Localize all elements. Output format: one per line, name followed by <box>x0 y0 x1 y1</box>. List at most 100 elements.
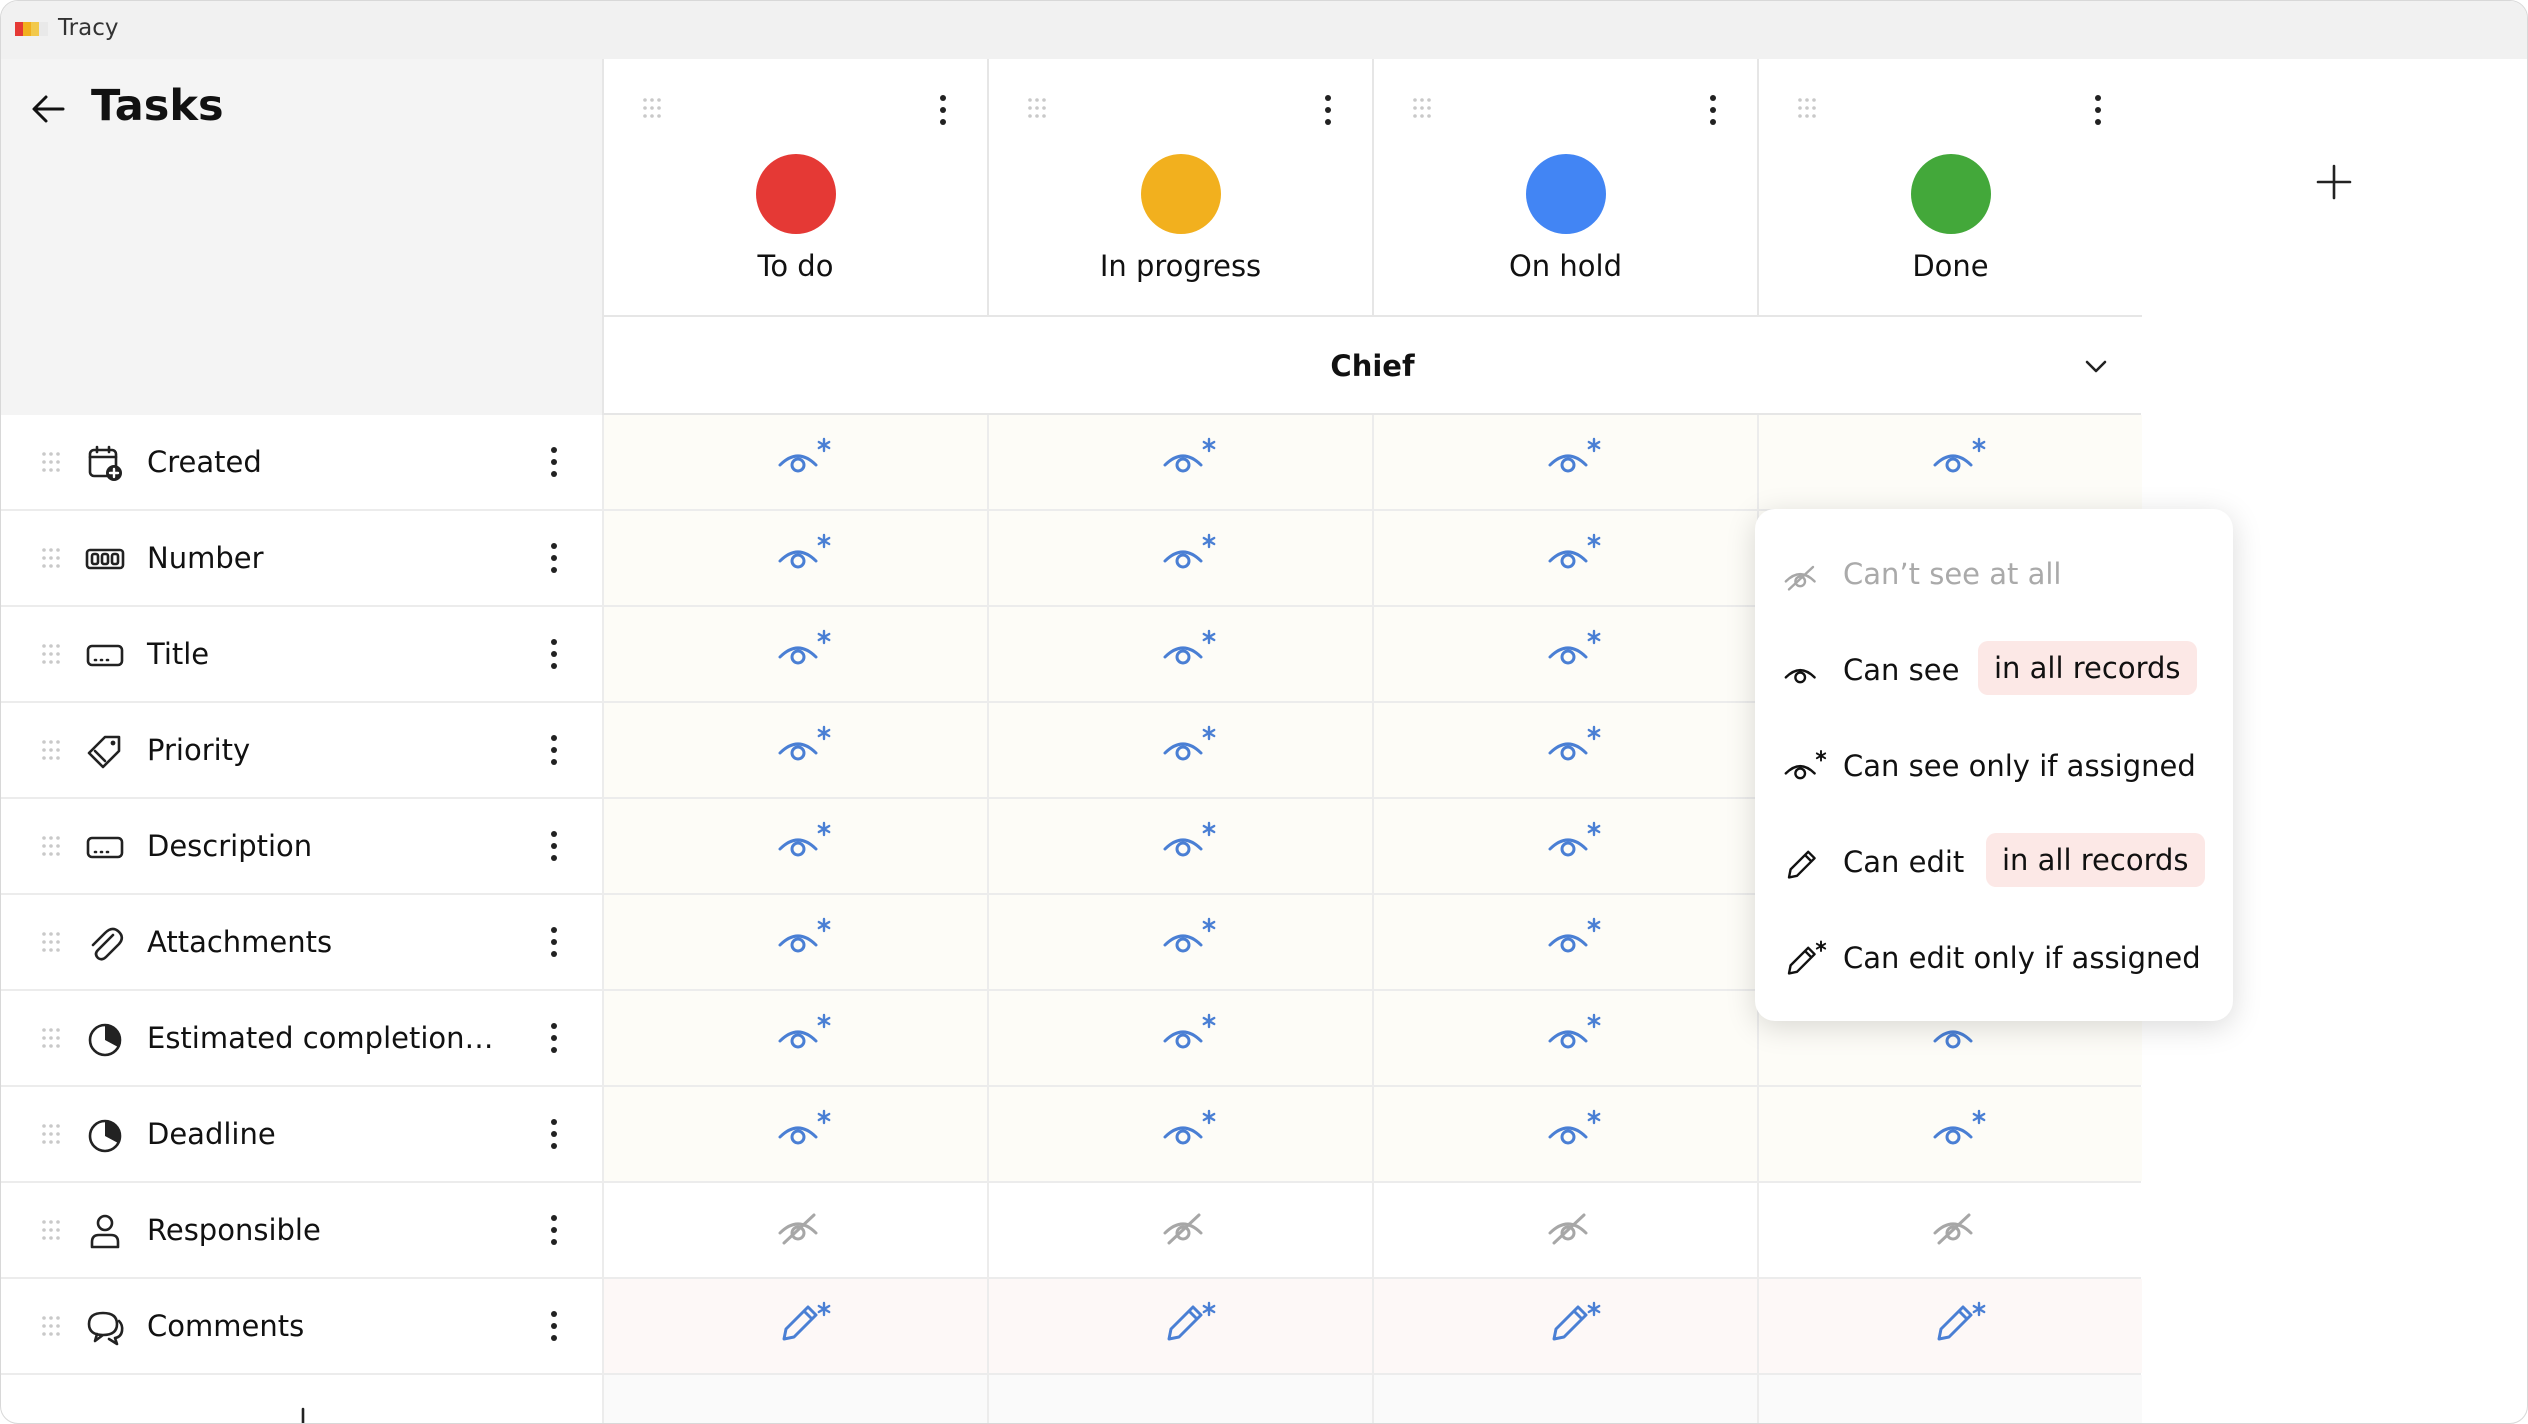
permission-cell[interactable] <box>987 1087 1372 1181</box>
more-vertical-icon[interactable] <box>1320 93 1336 127</box>
permission-cell[interactable] <box>1372 991 1757 1085</box>
drag-handle-icon[interactable] <box>1797 97 1817 119</box>
drag-handle-icon[interactable] <box>41 643 61 665</box>
eye-off-icon[interactable] <box>1544 1197 1604 1253</box>
permission-cell[interactable] <box>987 1183 1372 1277</box>
permission-cell[interactable] <box>1372 895 1757 989</box>
eye-assigned-icon[interactable] <box>1929 1101 1989 1157</box>
eye-assigned-icon[interactable] <box>774 525 834 581</box>
drag-handle-icon[interactable] <box>41 1123 61 1145</box>
more-vertical-icon[interactable] <box>546 925 562 959</box>
permission-cell[interactable] <box>1757 415 2142 509</box>
more-vertical-icon[interactable] <box>2090 93 2106 127</box>
eye-assigned-icon[interactable] <box>1159 1005 1219 1061</box>
permission-cell[interactable] <box>602 895 987 989</box>
eye-off-icon[interactable] <box>1929 1197 1989 1253</box>
permission-cell[interactable] <box>602 607 987 701</box>
more-vertical-icon[interactable] <box>935 93 951 127</box>
pencil-assigned-icon[interactable] <box>1929 1293 1989 1349</box>
eye-assigned-icon[interactable] <box>1159 1101 1219 1157</box>
more-vertical-icon[interactable] <box>546 733 562 767</box>
more-vertical-icon[interactable] <box>546 1117 562 1151</box>
role-selector[interactable]: Chief <box>602 317 2141 415</box>
permission-cell[interactable] <box>602 703 987 797</box>
eye-assigned-icon[interactable] <box>774 717 834 773</box>
permission-cell[interactable] <box>602 799 987 893</box>
more-vertical-icon[interactable] <box>546 637 562 671</box>
more-vertical-icon[interactable] <box>546 1213 562 1247</box>
permission-cell[interactable] <box>987 511 1372 605</box>
add-field-button[interactable] <box>285 1407 321 1424</box>
pencil-assigned-icon[interactable] <box>1544 1293 1604 1349</box>
add-status-button[interactable] <box>2316 164 2352 200</box>
permission-cell[interactable] <box>1372 799 1757 893</box>
permission-option[interactable]: Can see only if assigned <box>1755 719 2233 815</box>
eye-assigned-icon[interactable] <box>1544 1005 1604 1061</box>
eye-assigned-icon[interactable] <box>1159 621 1219 677</box>
scope-pill[interactable]: in all records <box>1978 641 2197 695</box>
eye-assigned-icon[interactable] <box>1159 813 1219 869</box>
permission-cell[interactable] <box>1372 511 1757 605</box>
pencil-assigned-icon[interactable] <box>1159 1293 1219 1349</box>
eye-assigned-icon[interactable] <box>774 621 834 677</box>
eye-assigned-icon[interactable] <box>774 429 834 485</box>
drag-handle-icon[interactable] <box>1027 97 1047 119</box>
drag-handle-icon[interactable] <box>41 451 61 473</box>
drag-handle-icon[interactable] <box>41 1219 61 1241</box>
status-column-header[interactable]: To do <box>602 59 987 317</box>
status-column-header[interactable]: Done <box>1757 59 2142 317</box>
permission-cell[interactable] <box>602 1087 987 1181</box>
drag-handle-icon[interactable] <box>41 835 61 857</box>
eye-assigned-icon[interactable] <box>774 813 834 869</box>
eye-off-icon[interactable] <box>774 1197 834 1253</box>
eye-assigned-icon[interactable] <box>1929 429 1989 485</box>
permission-cell[interactable] <box>987 991 1372 1085</box>
permission-cell[interactable] <box>987 895 1372 989</box>
permission-cell[interactable] <box>1372 1279 1757 1373</box>
eye-assigned-icon[interactable] <box>1159 909 1219 965</box>
eye-assigned-icon[interactable] <box>1544 621 1604 677</box>
drag-handle-icon[interactable] <box>41 1315 61 1337</box>
pencil-assigned-icon[interactable] <box>774 1293 834 1349</box>
drag-handle-icon[interactable] <box>41 547 61 569</box>
eye-assigned-icon[interactable] <box>774 1101 834 1157</box>
permission-cell[interactable] <box>602 991 987 1085</box>
more-vertical-icon[interactable] <box>546 1021 562 1055</box>
eye-assigned-icon[interactable] <box>1159 717 1219 773</box>
more-vertical-icon[interactable] <box>1705 93 1721 127</box>
status-column-header[interactable]: In progress <box>987 59 1372 317</box>
eye-assigned-icon[interactable] <box>774 1005 834 1061</box>
chevron-down-icon[interactable] <box>2083 353 2109 379</box>
eye-off-icon[interactable] <box>1781 551 1829 599</box>
permission-cell[interactable] <box>602 1279 987 1373</box>
permission-cell[interactable] <box>987 799 1372 893</box>
eye-assigned-icon[interactable] <box>1159 429 1219 485</box>
permission-cell[interactable] <box>602 511 987 605</box>
drag-handle-icon[interactable] <box>1412 97 1432 119</box>
eye-assigned-icon[interactable] <box>1544 525 1604 581</box>
permission-cell[interactable] <box>1757 1279 2142 1373</box>
permission-cell[interactable] <box>987 607 1372 701</box>
eye-assigned-icon[interactable] <box>774 909 834 965</box>
permission-cell[interactable] <box>602 1183 987 1277</box>
more-vertical-icon[interactable] <box>546 1309 562 1343</box>
drag-handle-icon[interactable] <box>41 931 61 953</box>
eye-off-icon[interactable] <box>1159 1197 1219 1253</box>
permission-cell[interactable] <box>1372 1087 1757 1181</box>
eye-assigned-icon[interactable] <box>1544 1101 1604 1157</box>
eye-assigned-icon[interactable] <box>1544 429 1604 485</box>
permission-cell[interactable] <box>1372 1183 1757 1277</box>
permission-cell[interactable] <box>602 415 987 509</box>
permission-option[interactable]: Can see in all records <box>1755 623 2233 719</box>
permission-cell[interactable] <box>1757 1087 2142 1181</box>
drag-handle-icon[interactable] <box>642 97 662 119</box>
more-vertical-icon[interactable] <box>546 541 562 575</box>
permission-cell[interactable] <box>987 415 1372 509</box>
eye-assigned-icon[interactable] <box>1159 525 1219 581</box>
permission-cell[interactable] <box>987 703 1372 797</box>
eye-assigned-icon[interactable] <box>1544 909 1604 965</box>
permission-option[interactable]: Can edit in all records <box>1755 815 2233 911</box>
eye-assigned-icon[interactable] <box>1544 717 1604 773</box>
eye-assigned-icon[interactable] <box>1544 813 1604 869</box>
drag-handle-icon[interactable] <box>41 739 61 761</box>
